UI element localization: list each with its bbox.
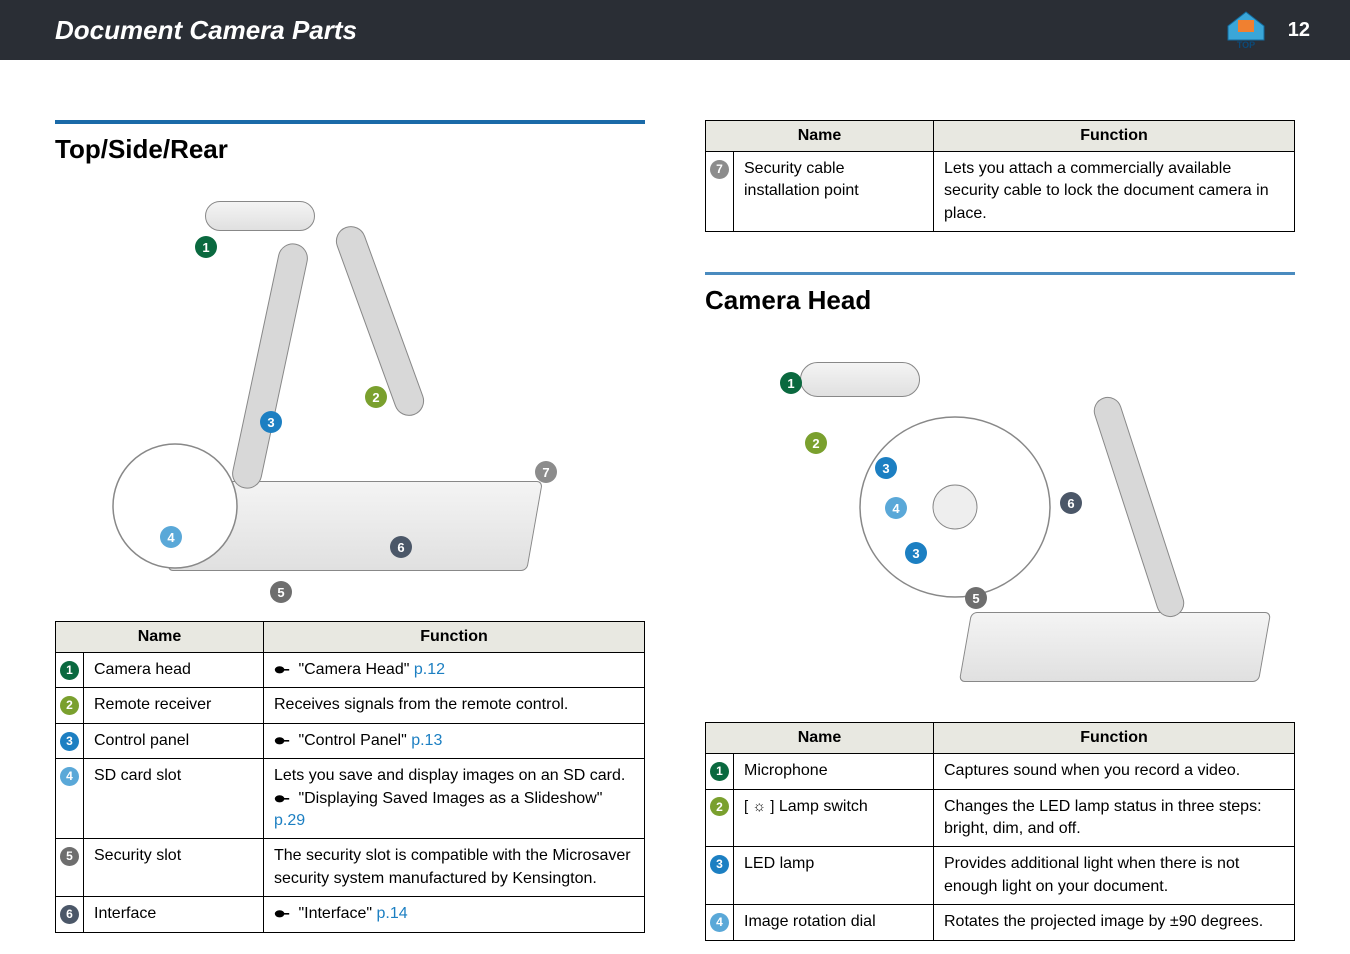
top-icon[interactable]: TOP	[1224, 10, 1268, 50]
row-number-cell: 7	[706, 152, 734, 232]
callout-badge: 7	[710, 160, 729, 179]
page-header: Document Camera Parts TOP 12	[0, 0, 1350, 60]
callout-badge: 6	[60, 905, 79, 924]
row-name-cell: Remote receiver	[84, 688, 264, 723]
diagram-callout-4: 4	[885, 497, 907, 519]
callout-badge: 2	[60, 696, 79, 715]
callout-badge: 3	[710, 855, 729, 874]
section-heading-camera-head: Camera Head	[705, 285, 1295, 316]
page-link[interactable]: p.29	[274, 812, 305, 829]
table-row: 4 SD card slotLets you save and display i…	[56, 759, 645, 839]
row-function-cell: Provides additional light when there is …	[934, 847, 1295, 905]
row-name-cell: LED lamp	[734, 847, 934, 905]
row-name-cell: Security slot	[84, 839, 264, 897]
callout-badge: 5	[60, 847, 79, 866]
table-row: 1 Camera head "Camera Head" p.12	[56, 653, 645, 688]
row-number-cell: 3	[56, 723, 84, 758]
diagram-callout-3: 3	[875, 457, 897, 479]
callout-badge: 1	[710, 762, 729, 781]
row-number-cell: 1	[706, 754, 734, 789]
row-number-cell: 1	[56, 653, 84, 688]
table-row: 6 Interface "Interface" p.14	[56, 897, 645, 932]
diagram-top-side-rear: 1 2 3 4 5 6 7	[55, 181, 645, 601]
page-number: 12	[1288, 19, 1310, 42]
diagram-callout-4: 4	[160, 526, 182, 548]
right-column: Name Function 7 Security cable installati…	[705, 120, 1295, 941]
row-function-cell: Lets you attach a commercially available…	[934, 152, 1295, 232]
callout-badge: 3	[60, 732, 79, 751]
table-row: 2 [ ☼ ] Lamp switchChanges the LED lamp s…	[706, 789, 1295, 847]
page-title: Document Camera Parts	[55, 15, 357, 46]
table-row: 5 Security slotThe security slot is compa…	[56, 839, 645, 897]
lamp-icon: [ ☼ ]	[744, 796, 774, 817]
diagram-callout-1: 1	[195, 236, 217, 258]
th-function: Function	[934, 723, 1295, 754]
row-number-cell: 2	[706, 789, 734, 847]
diagram-callout-7: 7	[535, 461, 557, 483]
diagram-callout-2: 2	[805, 432, 827, 454]
row-number-cell: 3	[706, 847, 734, 905]
callout-badge: 4	[60, 767, 79, 786]
th-function: Function	[934, 121, 1295, 152]
page-link[interactable]: p.12	[409, 661, 445, 678]
section-rule	[55, 120, 645, 124]
diagram-camera-head: 1 2 3 4 3 5 6	[705, 332, 1295, 702]
row-name-cell: Control panel	[84, 723, 264, 758]
header-right: TOP 12	[1224, 10, 1310, 50]
th-name: Name	[706, 121, 934, 152]
row-function-cell: "Camera Head" p.12	[264, 653, 645, 688]
section-rule	[705, 272, 1295, 275]
row-number-cell: 5	[56, 839, 84, 897]
table-row: 7 Security cable installation pointLets y…	[706, 152, 1295, 232]
table-row: 3 Control panel "Control Panel" p.13	[56, 723, 645, 758]
row-number-cell: 4	[706, 905, 734, 940]
page-link[interactable]: p.14	[372, 905, 408, 922]
row-name-cell: Interface	[84, 897, 264, 932]
content-area: Top/Side/Rear 1 2 3 4 5 6 7 Name Functio	[0, 60, 1350, 941]
diagram-callout-5: 5	[270, 581, 292, 603]
row-function-cell: Receives signals from the remote control…	[264, 688, 645, 723]
diagram-callout-6: 6	[390, 536, 412, 558]
row-name-cell: SD card slot	[84, 759, 264, 839]
table-row: 3 LED lampProvides additional light when …	[706, 847, 1295, 905]
row-name-cell: [ ☼ ] Lamp switch	[734, 789, 934, 847]
th-name: Name	[56, 622, 264, 653]
row-name-cell: Security cable installation point	[734, 152, 934, 232]
diagram-callout-3: 3	[260, 411, 282, 433]
row-name-cell: Camera head	[84, 653, 264, 688]
diagram-callout-1: 1	[780, 372, 802, 394]
parts-table-right-top: Name Function 7 Security cable installati…	[705, 120, 1295, 232]
row-function-cell: Lets you save and display images on an S…	[264, 759, 645, 839]
diagram-callout-3b: 3	[905, 542, 927, 564]
row-function-cell: The security slot is compatible with the…	[264, 839, 645, 897]
row-function-cell: Rotates the projected image by ±90 degre…	[934, 905, 1295, 940]
svg-text:TOP: TOP	[1237, 40, 1255, 50]
row-function-cell: Changes the LED lamp status in three ste…	[934, 789, 1295, 847]
parts-table-left: Name Function 1 Camera head "Camera Head"…	[55, 621, 645, 933]
table-row: 4 Image rotation dialRotates the projecte…	[706, 905, 1295, 940]
th-name: Name	[706, 723, 934, 754]
row-function-cell: Captures sound when you record a video.	[934, 754, 1295, 789]
page-link[interactable]: p.13	[407, 732, 443, 749]
row-number-cell: 6	[56, 897, 84, 932]
diagram-callout-6: 6	[1060, 492, 1082, 514]
row-name-cell: Image rotation dial	[734, 905, 934, 940]
row-number-cell: 2	[56, 688, 84, 723]
left-column: Top/Side/Rear 1 2 3 4 5 6 7 Name Functio	[55, 120, 645, 941]
row-number-cell: 4	[56, 759, 84, 839]
callout-badge: 2	[710, 797, 729, 816]
diagram-callout-5: 5	[965, 587, 987, 609]
diagram-callout-2: 2	[365, 386, 387, 408]
table-row: 2 Remote receiverReceives signals from th…	[56, 688, 645, 723]
row-name-cell: Microphone	[734, 754, 934, 789]
section-heading-top-side-rear: Top/Side/Rear	[55, 134, 645, 165]
callout-badge: 4	[710, 913, 729, 932]
row-function-cell: "Interface" p.14	[264, 897, 645, 932]
parts-table-right: Name Function 1 MicrophoneCaptures sound …	[705, 722, 1295, 940]
row-function-cell: "Control Panel" p.13	[264, 723, 645, 758]
callout-badge: 1	[60, 661, 79, 680]
th-function: Function	[264, 622, 645, 653]
table-row: 1 MicrophoneCaptures sound when you recor…	[706, 754, 1295, 789]
